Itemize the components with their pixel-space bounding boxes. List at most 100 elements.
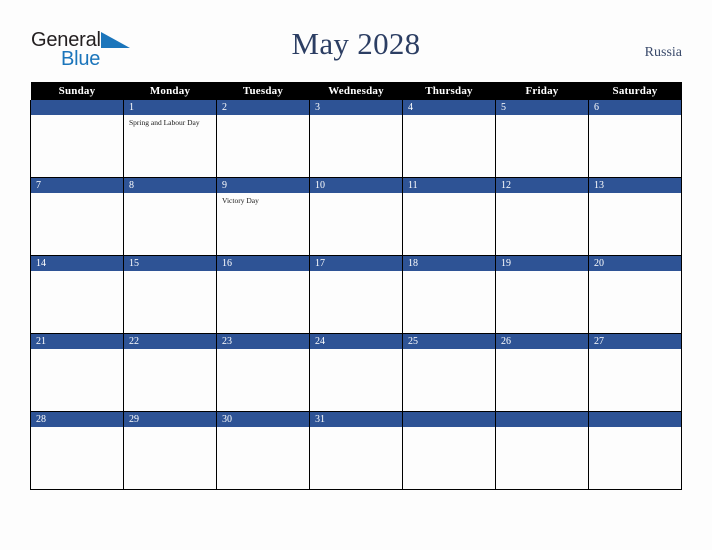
day-cell-inner: 9 Victory Day [217, 178, 309, 255]
calendar-day-cell[interactable]: 21 [30, 333, 124, 412]
calendar-day-cell[interactable]: 15 [123, 255, 217, 334]
calendar-day-cell[interactable]: 24 [309, 333, 403, 412]
day-number: 16 [217, 256, 309, 271]
calendar-day-cell[interactable]: 14 [30, 255, 124, 334]
calendar-day-cell[interactable]: 30 [216, 411, 310, 490]
calendar-day-cell[interactable]: 26 [495, 333, 589, 412]
calendar-day-cell[interactable]: 18 [402, 255, 496, 334]
day-events [217, 271, 309, 274]
day-cell-inner: 27 [589, 334, 681, 411]
day-number: 9 [217, 178, 309, 193]
day-events [31, 115, 123, 118]
day-cell-inner: 26 [496, 334, 588, 411]
day-number: 14 [31, 256, 123, 271]
day-number: 30 [217, 412, 309, 427]
day-number: 18 [403, 256, 495, 271]
calendar-day-cell[interactable]: 2 [216, 100, 310, 178]
day-cell-inner: 28 [31, 412, 123, 489]
day-cell-inner: 1 Spring and Labour Day [124, 100, 216, 177]
weekday-header-wednesday: Wednesday [309, 82, 403, 100]
day-events: Victory Day [217, 193, 309, 206]
calendar-empty-cell [495, 411, 589, 490]
calendar-day-cell[interactable]: 5 [495, 100, 589, 178]
day-cell-inner: 17 [310, 256, 402, 333]
day-number: 17 [310, 256, 402, 271]
day-number: 25 [403, 334, 495, 349]
day-number: 22 [124, 334, 216, 349]
day-events [31, 427, 123, 430]
calendar-empty-cell [30, 100, 124, 178]
calendar-day-cell[interactable]: 1 Spring and Labour Day [123, 100, 217, 178]
day-cell-inner: 5 [496, 100, 588, 177]
day-cell-inner: 6 [589, 100, 681, 177]
day-number: 27 [589, 334, 681, 349]
day-cell-inner [31, 100, 123, 177]
day-cell-inner: 18 [403, 256, 495, 333]
day-cell-inner: 13 [589, 178, 681, 255]
day-cell-inner: 10 [310, 178, 402, 255]
day-events [496, 349, 588, 352]
calendar-day-cell[interactable]: 28 [30, 411, 124, 490]
day-number: 23 [217, 334, 309, 349]
calendar-day-cell[interactable]: 19 [495, 255, 589, 334]
day-cell-inner: 3 [310, 100, 402, 177]
calendar-day-cell[interactable]: 8 [123, 177, 217, 256]
calendar-day-cell[interactable]: 7 [30, 177, 124, 256]
day-events [589, 271, 681, 274]
day-events [217, 349, 309, 352]
day-cell-inner: 12 [496, 178, 588, 255]
day-events [589, 193, 681, 196]
holiday-label: Spring and Labour Day [129, 118, 200, 127]
day-events [31, 349, 123, 352]
calendar-day-cell[interactable]: 6 [588, 100, 682, 178]
day-cell-inner: 23 [217, 334, 309, 411]
calendar-empty-cell [402, 411, 496, 490]
day-number: 15 [124, 256, 216, 271]
day-cell-inner: 2 [217, 100, 309, 177]
day-number: 12 [496, 178, 588, 193]
day-events [496, 115, 588, 118]
day-number: 6 [589, 100, 681, 115]
weekday-header-friday: Friday [495, 82, 589, 100]
calendar-day-cell[interactable]: 22 [123, 333, 217, 412]
day-number: 28 [31, 412, 123, 427]
day-cell-inner: 31 [310, 412, 402, 489]
day-number: 5 [496, 100, 588, 115]
calendar-day-cell[interactable]: 29 [123, 411, 217, 490]
calendar-day-cell[interactable]: 17 [309, 255, 403, 334]
day-number [31, 100, 123, 115]
calendar-day-cell[interactable]: 12 [495, 177, 589, 256]
calendar-day-cell[interactable]: 13 [588, 177, 682, 256]
day-cell-inner [496, 412, 588, 489]
day-number [589, 412, 681, 427]
day-cell-inner: 21 [31, 334, 123, 411]
day-events [496, 427, 588, 430]
calendar-day-cell[interactable]: 10 [309, 177, 403, 256]
holiday-label: Victory Day [222, 196, 259, 205]
day-cell-inner: 24 [310, 334, 402, 411]
calendar-day-cell[interactable]: 23 [216, 333, 310, 412]
day-events [310, 193, 402, 196]
day-events [496, 271, 588, 274]
day-events [403, 349, 495, 352]
calendar-day-cell[interactable]: 9 Victory Day [216, 177, 310, 256]
day-number: 29 [124, 412, 216, 427]
calendar-day-cell[interactable]: 11 [402, 177, 496, 256]
day-events [589, 115, 681, 118]
calendar-day-cell[interactable]: 16 [216, 255, 310, 334]
day-number: 24 [310, 334, 402, 349]
calendar-day-cell[interactable]: 25 [402, 333, 496, 412]
day-cell-inner: 14 [31, 256, 123, 333]
day-cell-inner: 20 [589, 256, 681, 333]
day-number: 20 [589, 256, 681, 271]
calendar-day-cell[interactable]: 3 [309, 100, 403, 178]
day-cell-inner: 22 [124, 334, 216, 411]
calendar-day-cell[interactable]: 20 [588, 255, 682, 334]
day-number: 4 [403, 100, 495, 115]
day-events [217, 427, 309, 430]
calendar-day-cell[interactable]: 27 [588, 333, 682, 412]
calendar-day-cell[interactable]: 4 [402, 100, 496, 178]
day-number: 7 [31, 178, 123, 193]
calendar-day-cell[interactable]: 31 [309, 411, 403, 490]
calendar-body: 1 Spring and Labour Day 2 3 4 5 6 7 8 9 Victory Da… [30, 100, 682, 490]
